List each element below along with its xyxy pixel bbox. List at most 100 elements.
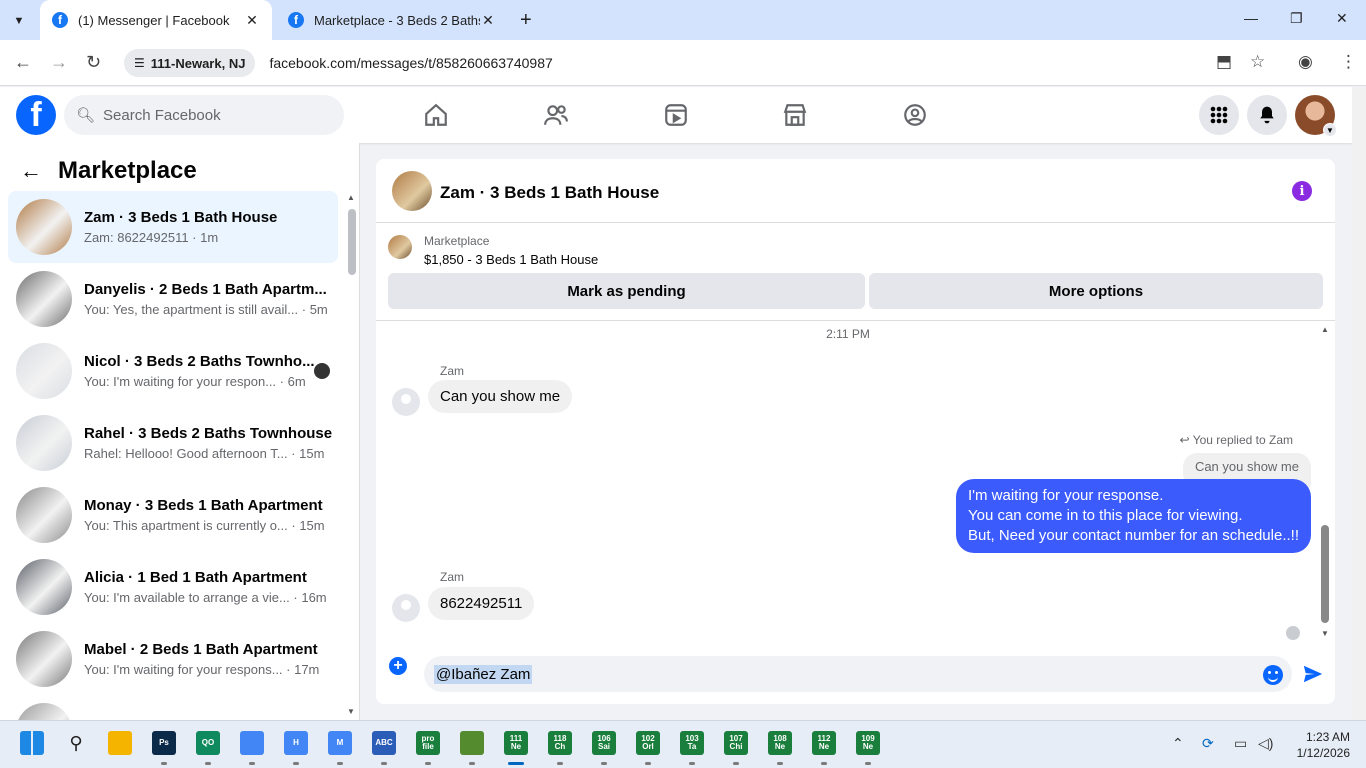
tab-title: (1) Messenger | Facebook [78, 12, 230, 28]
taskbar-app[interactable]: QO [196, 731, 220, 755]
search-placeholder: Search Facebook [103, 106, 221, 124]
network-icon[interactable]: ▭ [1234, 735, 1247, 752]
facebook-logo[interactable]: f [16, 95, 56, 135]
notifications-bell-icon[interactable] [1247, 95, 1287, 135]
outgoing-line: You can come in to this place for viewin… [967, 507, 1243, 524]
search-input[interactable]: 🔍︎ Search Facebook [64, 95, 344, 135]
incoming-message[interactable]: Can you show me [428, 380, 573, 413]
taskbar-running-indicator [601, 762, 607, 765]
message-input[interactable]: @Ibañez Zam [424, 656, 1292, 692]
bookmark-star-icon[interactable]: ☆ [1250, 52, 1265, 72]
more-options-button[interactable]: More options [869, 273, 1323, 309]
back-icon[interactable]: ← [14, 52, 32, 73]
volume-icon[interactable]: ◁) [1258, 735, 1273, 752]
conversation-thumbnail [16, 271, 72, 327]
conversation-item[interactable]: Danyelis · 2 Beds 1 Bath Apartm... You: Y… [8, 263, 338, 335]
sender-avatar[interactable] [392, 594, 420, 622]
tray-overflow-icon[interactable]: ⌃ [1172, 735, 1184, 752]
forward-icon[interactable]: → [50, 52, 68, 73]
conversation-item[interactable]: Rahel · 3 Beds 2 Baths Townhouse Rahel: H… [8, 407, 338, 479]
taskbar-app[interactable]: 102 Orl [636, 731, 660, 755]
seen-avatar-icon [1286, 626, 1300, 640]
taskbar-app[interactable]: 103 Ta [680, 731, 704, 755]
taskbar-app[interactable] [240, 731, 264, 755]
taskbar-app[interactable]: H [284, 731, 308, 755]
sync-icon[interactable]: ⟳ [1202, 735, 1214, 752]
system-clock[interactable]: 1:23 AM 1/12/2026 [1290, 729, 1350, 761]
menu-grid-icon[interactable] [1199, 95, 1239, 135]
window-close-icon[interactable]: ✕ [1336, 10, 1348, 27]
taskbar-app[interactable]: 107 Chi [724, 731, 748, 755]
inbox-title: Marketplace [58, 157, 197, 184]
conversation-item[interactable]: Nicol · 3 Beds 2 Baths Townho... You: I'm… [8, 335, 338, 407]
taskbar-app[interactable]: 111 Ne [504, 731, 528, 755]
taskbar-app[interactable]: 109 Ne [856, 731, 880, 755]
install-app-icon[interactable]: ⬒ [1216, 52, 1232, 72]
taskbar-app[interactable]: M [328, 731, 352, 755]
home-icon[interactable] [422, 101, 450, 129]
inbox-scrollbar[interactable]: ▲ ▼ [345, 193, 357, 718]
profile-icon[interactable]: ◉ [1298, 52, 1313, 72]
start-button[interactable] [20, 731, 44, 755]
reload-icon[interactable]: ↻ [86, 52, 101, 73]
chat-scrollbar[interactable]: ▲ ▼ [1319, 325, 1331, 641]
info-icon[interactable]: i [1292, 181, 1312, 201]
taskbar-app[interactable]: pro file [416, 731, 440, 755]
new-tab-icon[interactable]: + [520, 9, 532, 32]
chat-title[interactable]: Zam · 3 Beds 1 Bath House [440, 183, 659, 203]
maximize-icon[interactable]: ❐ [1290, 10, 1303, 27]
back-arrow-icon[interactable]: ← [20, 158, 42, 184]
taskbar-app[interactable]: 108 Ne [768, 731, 792, 755]
emoji-icon[interactable] [1263, 665, 1283, 685]
conversation-name: Danyelis · 2 Beds 1 Bath Apartm... [84, 281, 327, 298]
message-input-value: @Ibañez Zam [434, 664, 533, 684]
tab-search-chevron-icon[interactable]: ▼ [6, 8, 32, 34]
taskbar-app[interactable]: 106 Sai [592, 731, 616, 755]
incoming-message[interactable]: 8622492511 [428, 587, 535, 620]
friends-icon[interactable] [542, 101, 570, 129]
send-icon[interactable] [1302, 663, 1324, 690]
listing-price[interactable]: $1,850 - 3 Beds 1 Bath House [424, 252, 598, 267]
listing-avatar[interactable] [392, 171, 432, 211]
taskbar-app[interactable]: 112 Ne [812, 731, 836, 755]
listing-thumbnail[interactable] [388, 235, 412, 259]
tab-messenger[interactable]: f (1) Messenger | Facebook ✕ [40, 0, 272, 40]
sender-avatar[interactable] [392, 388, 420, 416]
tab-marketplace[interactable]: f Marketplace - 3 Beds 2 Baths To ✕ [276, 0, 508, 40]
browser-tab-bar: ▼ f (1) Messenger | Facebook ✕ f Marketp… [0, 0, 1366, 40]
outgoing-message[interactable]: I'm waiting for your response. You can c… [955, 479, 1311, 553]
mark-as-pending-button[interactable]: Mark as pending [388, 273, 865, 309]
conversation-item[interactable]: Alicia · 1 Bed 1 Bath Apartment You: I'm … [8, 551, 338, 623]
scrollbar-thumb[interactable] [1321, 525, 1329, 623]
video-icon[interactable] [662, 101, 690, 129]
address-bar[interactable]: ☰ 111-Newark, NJ facebook.com/messages/t… [122, 46, 1282, 80]
tab-close-icon[interactable]: ✕ [480, 12, 496, 29]
taskbar-app[interactable]: ABC [372, 731, 396, 755]
tab-close-icon[interactable]: ✕ [244, 12, 260, 29]
marketplace-icon[interactable] [781, 101, 809, 129]
taskbar-app[interactable] [108, 731, 132, 755]
taskbar-search-icon[interactable]: ⚲ [64, 731, 88, 755]
taskbar-app[interactable]: Ps [152, 731, 176, 755]
conversation-item[interactable]: Monay · 3 Beds 1 Bath Apartment You: This… [8, 479, 338, 551]
minimize-icon[interactable]: — [1244, 10, 1258, 26]
conversation-thumbnail [16, 415, 72, 471]
conversation-item[interactable]: Mabel · 2 Beds 1 Bath Apartment You: I'm … [8, 623, 338, 695]
groups-icon[interactable] [901, 101, 929, 129]
site-info-chip[interactable]: ☰ 111-Newark, NJ [124, 49, 256, 77]
add-attachment-icon[interactable]: + [389, 657, 407, 675]
page-scrollbar[interactable] [1352, 87, 1366, 720]
conversation-item[interactable]: Zam · 3 Beds 1 Bath House Zam: 8622492511… [8, 191, 338, 263]
conversation-thumbnail [16, 559, 72, 615]
scrollbar-thumb[interactable] [348, 209, 356, 275]
browser-menu-icon[interactable]: ⋮ [1340, 52, 1357, 72]
account-avatar[interactable]: ▼ [1295, 95, 1337, 137]
message-thread: 2:11 PM Zam Can you show me ↩ You replie… [376, 321, 1335, 641]
taskbar-app[interactable] [460, 731, 484, 755]
facebook-header: f 🔍︎ Search Facebook ▼ [0, 87, 1352, 143]
tab-title: Marketplace - 3 Beds 2 Baths To [314, 12, 480, 28]
conversation-item[interactable]: Cristhian · 2 Beds 1 Bath Apartm... [8, 695, 338, 720]
url-text: facebook.com/messages/t/858260663740987 [269, 55, 553, 71]
conversation-preview: You: This apartment is currently o... · … [84, 518, 325, 533]
taskbar-app[interactable]: 118 Ch [548, 731, 572, 755]
